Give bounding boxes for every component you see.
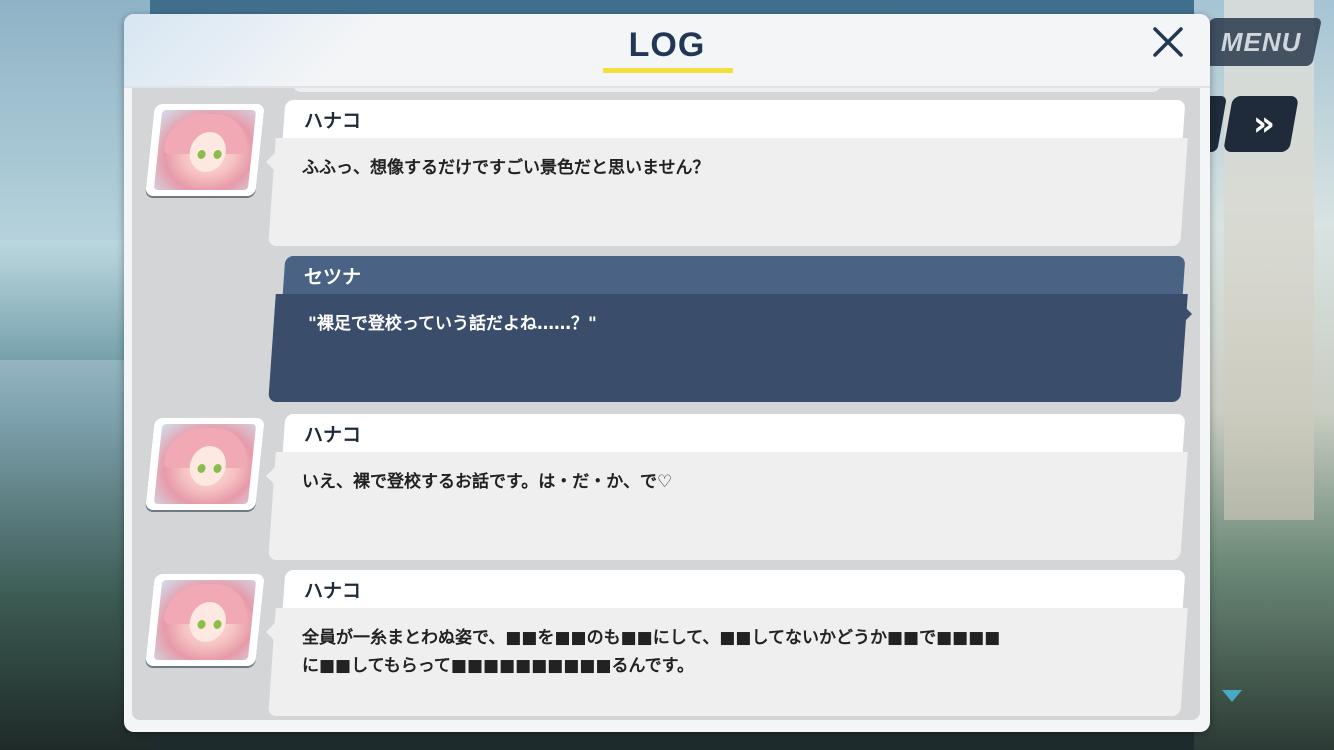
background-fountain [0, 240, 140, 360]
speaker-bar [282, 256, 1186, 296]
speaker-name: ハナコ [304, 110, 362, 132]
menu-label: MENU [1220, 26, 1302, 57]
skip-button[interactable]: » [1223, 96, 1299, 152]
avatar-hanako [145, 418, 265, 510]
log-scroll-area[interactable]: ハナコ ふふっ、想像するだけですごい景色だと思いません？ セツナ "裸足で登校っ… [132, 88, 1200, 720]
close-button[interactable] [1148, 22, 1188, 62]
log-title: LOG [628, 26, 706, 64]
log-header: LOG [124, 14, 1210, 88]
message-line-2: に■■してもらって■■■■■■■■■■るんです。 [302, 656, 694, 676]
previous-entry-edge [292, 88, 1162, 92]
title-underline [603, 68, 733, 73]
message-line-1: 全員が一糸まとわぬ姿で、■■を■■のも■■にして、■■してないかどうか■■で■■… [302, 628, 1001, 648]
speaker-name: ハナコ [304, 424, 362, 446]
close-icon [1153, 27, 1183, 57]
speaker-bar [282, 414, 1186, 454]
menu-button[interactable]: MENU [1199, 18, 1323, 66]
speaker-name: セツナ [304, 266, 362, 288]
avatar-hanako [145, 574, 265, 666]
avatar-hanako [145, 104, 265, 196]
message-text: 全員が一糸まとわぬ姿で、■■を■■のも■■にして、■■してないかどうか■■で■■… [302, 624, 1152, 680]
scroll-down-arrow-icon[interactable] [1222, 690, 1242, 702]
message-text: いえ、裸で登校するお話です。は・だ・か、で♡ [302, 472, 673, 492]
message-text: "裸足で登校っていう話だよね……？" [308, 314, 597, 334]
fast-forward-icon: » [1253, 104, 1269, 144]
message-text: ふふっ、想像するだけですごい景色だと思いません？ [302, 158, 710, 178]
log-panel: LOG ハナコ ふふっ、想像するだけですごい景色だと思いません？ セツナ "裸足… [124, 14, 1210, 732]
bubble-tail [266, 152, 276, 172]
bubble-tail [266, 622, 276, 642]
background-tower [1224, 0, 1314, 520]
speaker-name: ハナコ [304, 580, 362, 602]
bubble-tail [266, 466, 276, 486]
bubble-tail [1182, 304, 1192, 324]
speaker-bar [282, 100, 1186, 140]
speaker-bar [282, 570, 1186, 610]
